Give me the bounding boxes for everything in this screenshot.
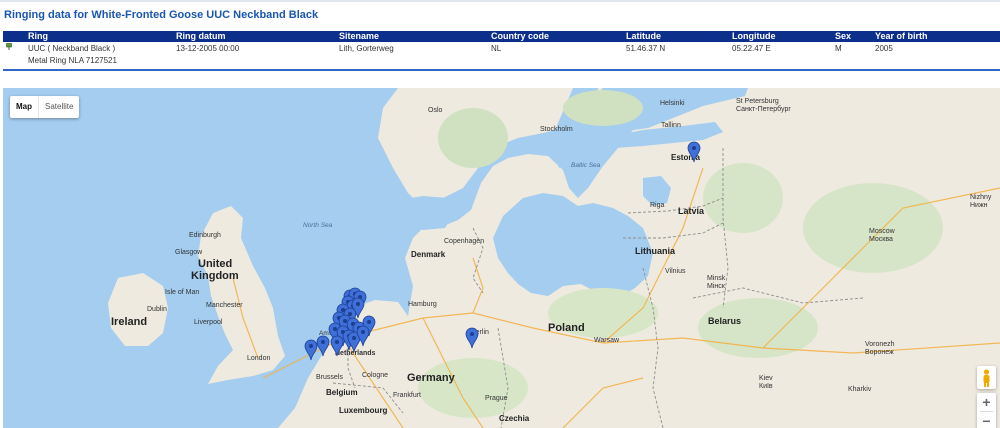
cell-ring-datum: 13-12-2005 00:00 <box>176 44 240 53</box>
street-view-pegman-icon[interactable] <box>977 366 996 389</box>
header-ring: Ring <box>28 31 48 41</box>
cell-sitename: Lith, Gorterweg <box>339 44 394 53</box>
header-ring-datum: Ring datum <box>176 31 226 41</box>
map-type-control: Map Satellite <box>10 96 80 118</box>
city-label: Riga <box>650 202 665 209</box>
top-divider <box>0 0 1000 2</box>
country-label: Czechia <box>499 414 530 423</box>
city-label: Amsterdam <box>319 330 353 337</box>
cell-longitude: 05.22.47 E <box>732 44 771 53</box>
cell-sex: M <box>835 44 842 53</box>
country-label: Latvia <box>678 206 705 216</box>
ringing-table: Ring Ring datum Sitename Country code La… <box>3 31 1000 71</box>
city-label: Nizhny Нижн <box>970 194 992 209</box>
city-label: Kiev Київ <box>759 375 773 390</box>
city-label: St Petersburg Санкт-Петербург <box>736 98 791 113</box>
map-type-satellite-button[interactable]: Satellite <box>38 96 79 118</box>
city-label: Stockholm <box>540 126 573 133</box>
country-label: Netherlands <box>335 350 376 357</box>
country-label: Estonia <box>671 153 700 162</box>
country-label: Lithuania <box>635 246 675 256</box>
city-label: Edinburgh <box>189 232 221 239</box>
header-longitude: Longitude <box>732 31 776 41</box>
city-label: Tallinn <box>661 122 681 129</box>
city-label: Copenhagen <box>444 238 485 245</box>
country-label: United <box>198 258 233 270</box>
city-label: Hamburg <box>408 301 437 308</box>
city-label: Prague <box>485 395 508 402</box>
zoom-control: + − <box>977 393 996 428</box>
city-label: Brussels <box>316 374 343 381</box>
zoom-in-button[interactable]: + <box>977 393 996 411</box>
city-label: Helsinki <box>660 100 685 107</box>
cell-country-code: NL <box>491 44 502 53</box>
country-label: Belgium <box>326 388 358 397</box>
city-label: Manchester <box>206 302 243 309</box>
city-label: Warsaw <box>594 337 620 344</box>
header-country-code: Country code <box>491 31 550 41</box>
city-label: Cologne <box>362 372 389 379</box>
header-sex: Sex <box>835 31 852 41</box>
country-label: Germany <box>407 372 455 384</box>
map-tiles[interactable] <box>3 88 1000 428</box>
country-label: Ireland <box>111 316 148 328</box>
city-label: London <box>247 355 271 362</box>
header-year-of-birth: Year of birth <box>875 31 928 41</box>
sea-label: Baltic Sea <box>571 162 601 169</box>
city-label: Oslo <box>428 107 443 114</box>
city-label: Minsk Мінск <box>707 275 726 290</box>
country-label: Denmark <box>411 250 446 259</box>
map-pin-icon[interactable] <box>6 43 12 50</box>
city-label: Vilnius <box>665 268 686 275</box>
map-type-map-button[interactable]: Map <box>10 96 38 118</box>
city-label: Liverpool <box>194 319 223 326</box>
city-label: Isle of Man <box>165 289 200 296</box>
city-label: Moscow Москва <box>869 228 895 243</box>
city-label: Frankfurt <box>393 392 422 399</box>
page-title: Ringing data for White-Fronted Goose UUC… <box>4 9 319 21</box>
cell-ring: UUC ( Neckband Black ) <box>28 44 116 53</box>
sea-label: North Sea <box>303 222 333 229</box>
country-label: Belarus <box>708 316 742 326</box>
city-label: Voronezh Воронеж <box>865 341 895 356</box>
country-label: Luxembourg <box>339 406 388 415</box>
cell-second-ring: Metal Ring NLA 7127521 <box>28 56 117 65</box>
country-label: Poland <box>548 322 585 334</box>
city-label: Berlin <box>471 329 489 336</box>
header-latitude: Latitude <box>626 31 661 41</box>
map-canvas[interactable]: Map Satellite North Sea Baltic Sea Unite… <box>3 88 1000 428</box>
cell-latitude: 51.46.37 N <box>626 44 666 53</box>
country-label: Kingdom <box>191 270 239 282</box>
cell-year-of-birth: 2005 <box>875 44 893 53</box>
city-label: Glasgow <box>175 249 203 256</box>
zoom-out-button[interactable]: − <box>977 412 996 428</box>
table-header: Ring Ring datum Sitename Country code La… <box>3 31 1000 42</box>
header-sitename: Sitename <box>339 31 380 41</box>
city-label: Kharkiv <box>848 386 872 393</box>
city-label: Dublin <box>147 306 167 313</box>
